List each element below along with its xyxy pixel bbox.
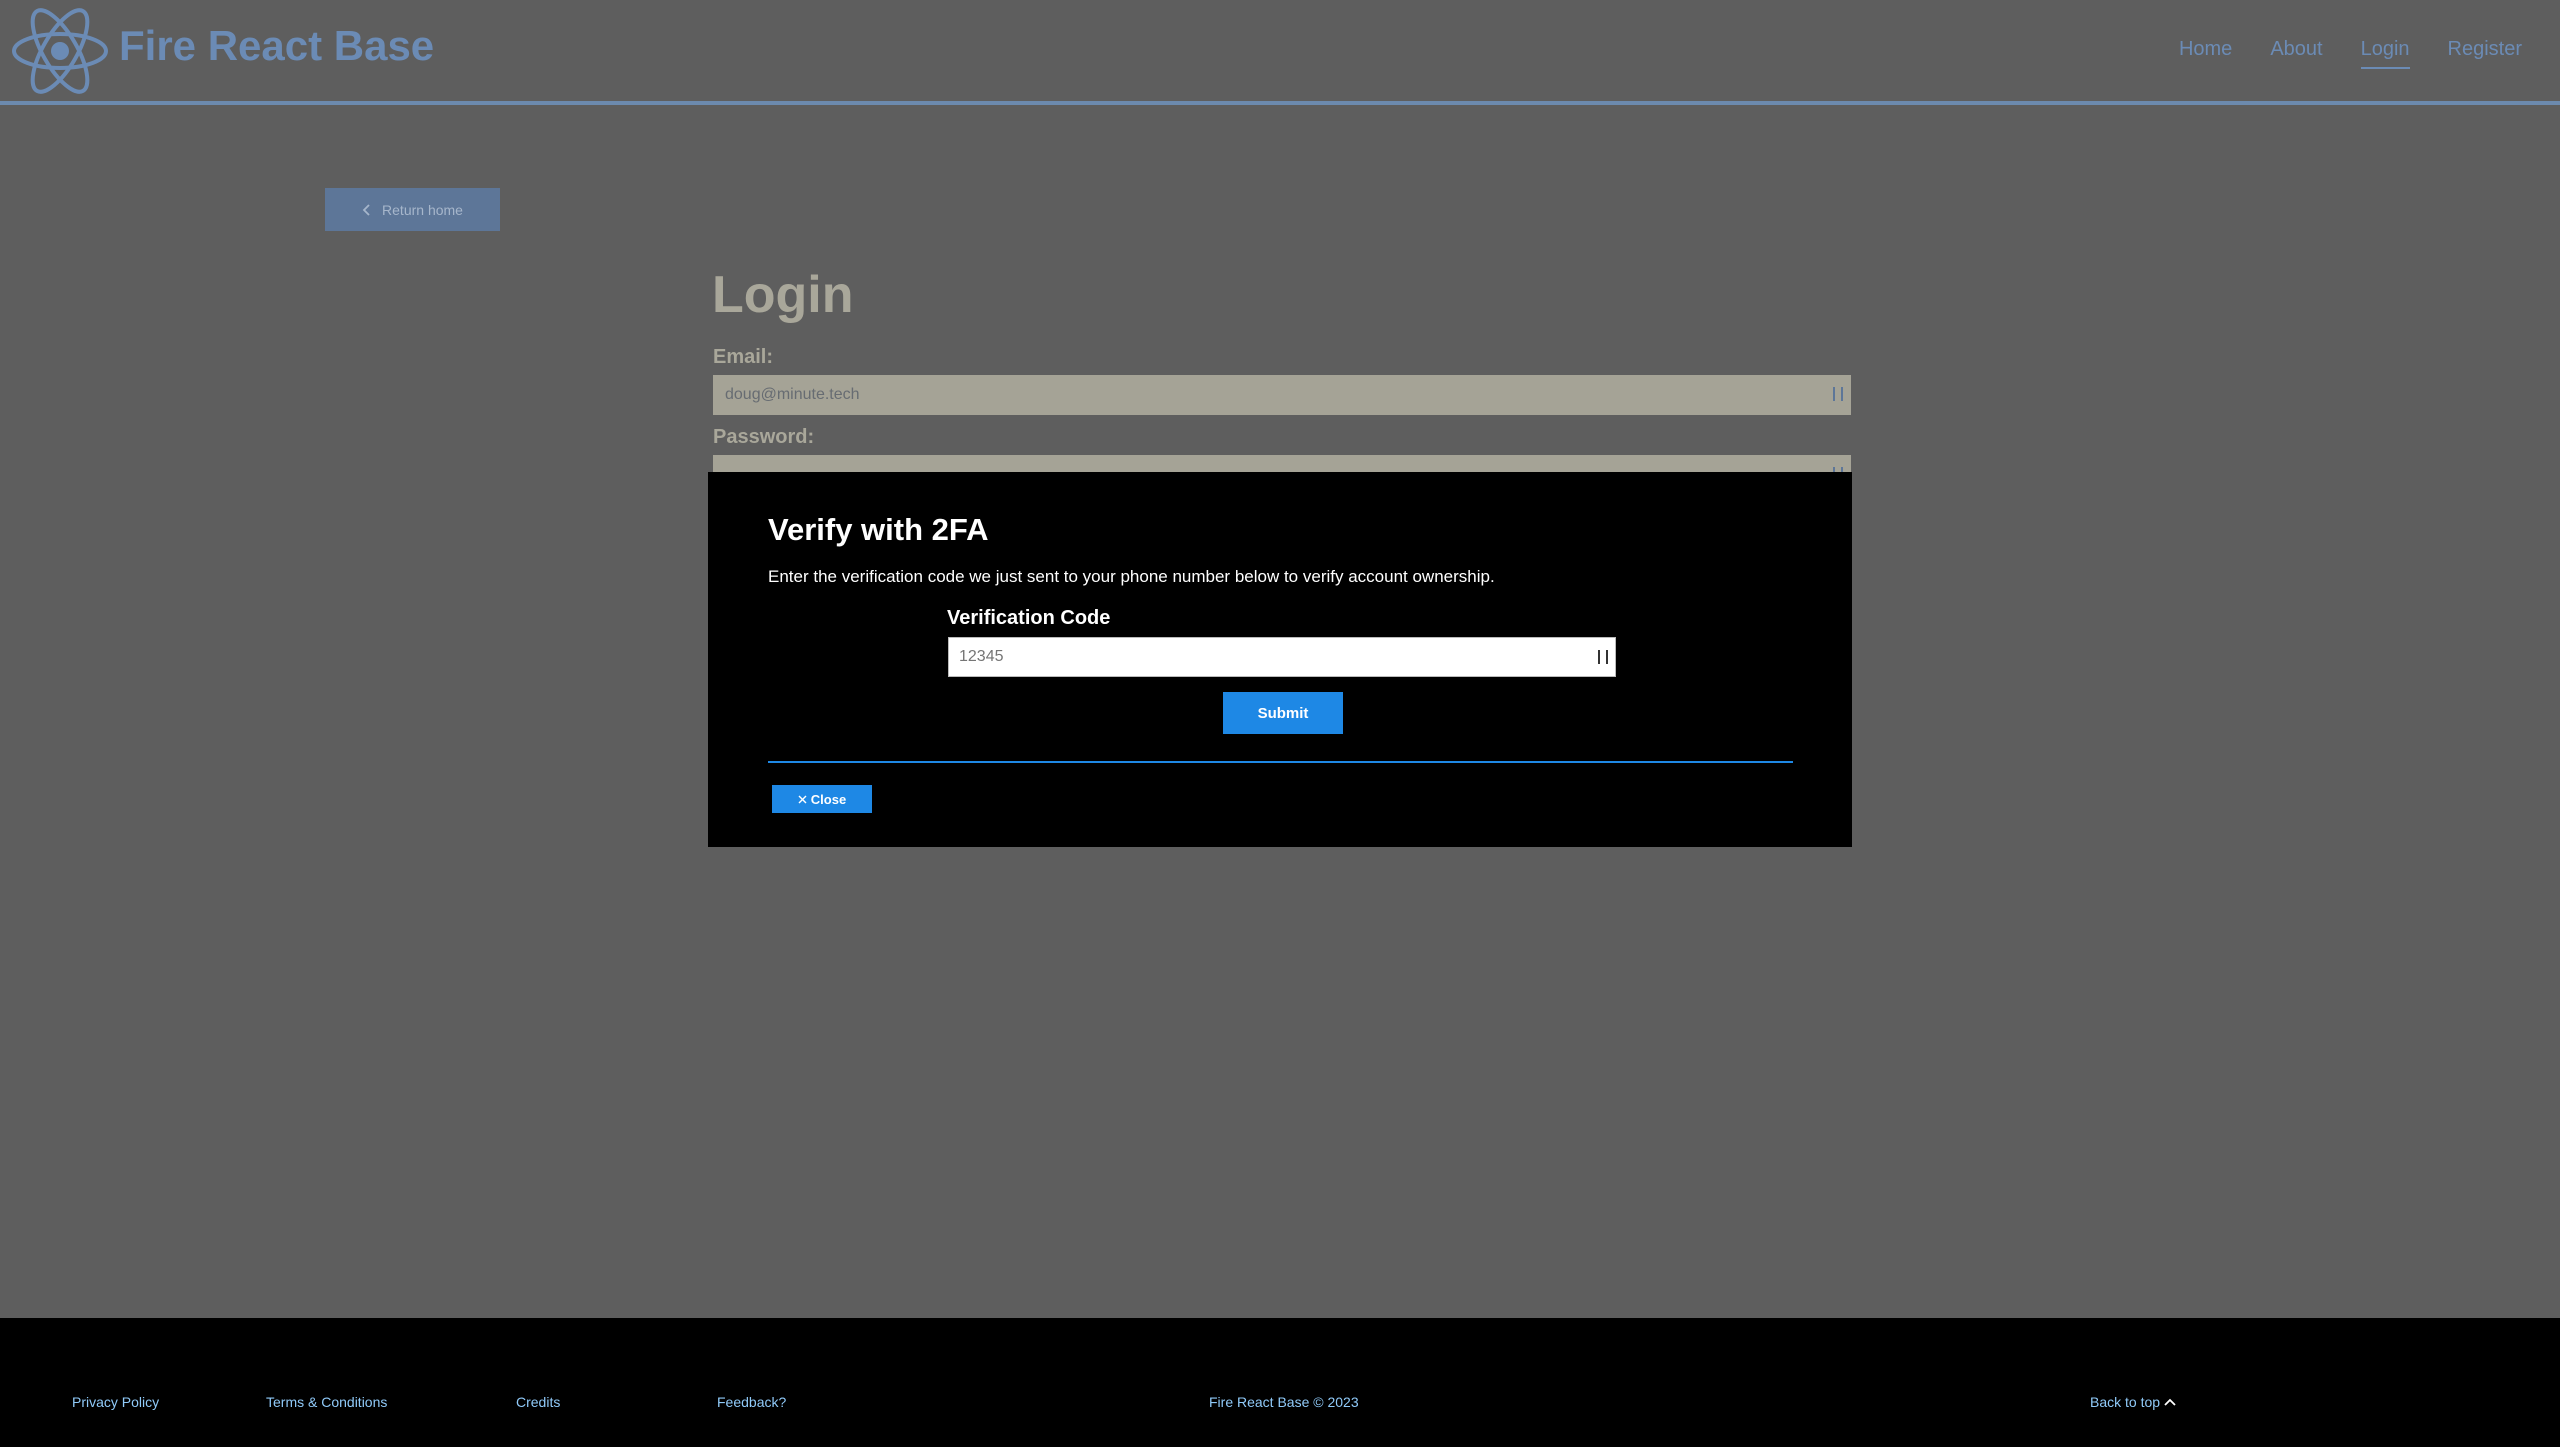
copyright-text: Fire React Base © 2023 (1209, 1394, 1359, 1410)
back-to-top-link[interactable]: Back to top (2090, 1394, 2176, 1410)
autofill-icon[interactable] (1598, 650, 1608, 664)
return-home-label: Return home (382, 201, 463, 218)
verification-code-label: Verification Code (947, 607, 1111, 629)
submit-button[interactable]: Submit (1223, 692, 1343, 734)
password-label: Password: (713, 426, 815, 448)
nav-home[interactable]: Home (2179, 38, 2232, 69)
two-factor-modal: Verify with 2FA Enter the verification c… (708, 472, 1852, 847)
email-field[interactable]: doug@minute.tech (713, 375, 1851, 415)
terms-link[interactable]: Terms & Conditions (266, 1394, 387, 1410)
modal-title: Verify with 2FA (768, 512, 989, 547)
close-button[interactable]: Close (772, 785, 872, 813)
site-header: Fire React Base Home About Login Registe… (0, 0, 2560, 105)
privacy-policy-link[interactable]: Privacy Policy (72, 1394, 159, 1410)
chevron-left-icon (362, 203, 370, 216)
main-nav: Home About Login Register (2141, 38, 2522, 69)
close-icon (798, 795, 807, 803)
nav-register[interactable]: Register (2448, 38, 2522, 69)
modal-divider (768, 761, 1793, 763)
email-value: doug@minute.tech (725, 386, 860, 403)
nav-about[interactable]: About (2270, 38, 2322, 69)
feedback-link[interactable]: Feedback? (717, 1394, 786, 1410)
back-to-top-label: Back to top (2090, 1394, 2161, 1410)
return-home-button[interactable]: Return home (325, 188, 500, 231)
email-label: Email: (713, 346, 774, 368)
modal-description: Enter the verification code we just sent… (768, 567, 1495, 586)
verification-code-input[interactable] (948, 637, 1616, 677)
credits-link[interactable]: Credits (516, 1394, 560, 1410)
site-footer: Privacy Policy Terms & Conditions Credit… (0, 1318, 2560, 1447)
chevron-up-icon (2164, 1398, 2176, 1406)
react-logo-icon[interactable] (10, 5, 110, 97)
nav-login[interactable]: Login (2360, 38, 2410, 69)
autofill-icon[interactable] (1833, 387, 1843, 401)
page-title: Login (712, 266, 854, 324)
close-label: Close (810, 791, 847, 807)
brand-title[interactable]: Fire React Base (119, 22, 434, 70)
